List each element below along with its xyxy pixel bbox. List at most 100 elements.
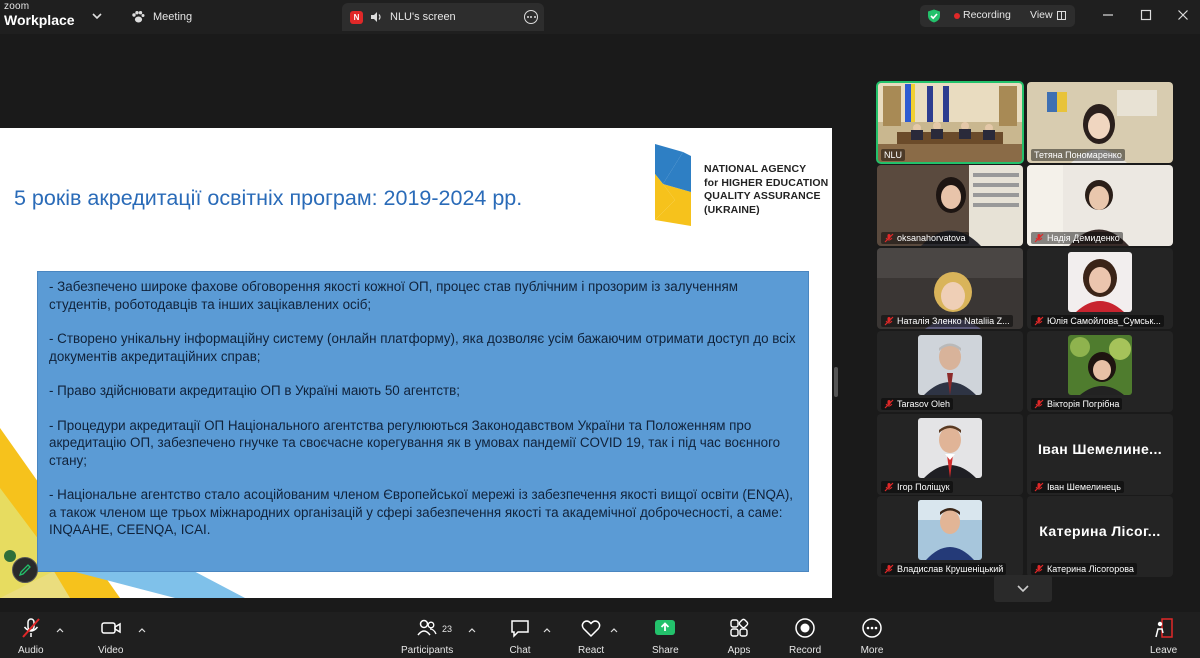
meeting-label: Meeting [153,11,193,23]
avatar [918,418,982,478]
record-icon [795,618,815,638]
presentation-slide: 5 років акредитації освітніх програм: 20… [0,128,832,598]
share-tab-label: NLU's screen [390,11,456,23]
slide-bullet: - Забезпечено широке фахове обговорення … [49,279,738,312]
recording-label: Recording [963,9,1011,21]
participant-tile[interactable]: Катерина Лісог... Катерина Лісогорова [1027,496,1173,577]
close-icon[interactable] [1175,7,1191,23]
slide-bullet: - Право здійснювати акредитацію ОП в Укр… [49,383,460,398]
maximize-icon[interactable] [1138,7,1154,23]
gallery-scroll-down-button[interactable] [994,575,1052,602]
mic-muted-icon [1034,564,1044,574]
mic-muted-icon [884,316,894,326]
participant-tile[interactable]: Надія Демиденко [1027,165,1173,246]
avatar-image [918,500,982,560]
participant-tile[interactable]: Тетяна Пономаренко [1027,82,1173,163]
chevron-up-icon[interactable] [468,626,476,634]
audio-button[interactable]: Audio [18,616,44,656]
slide-bullet: - Створено унікальну інформаційну систем… [49,331,796,364]
chevron-up-icon[interactable] [543,626,551,634]
more-options-icon[interactable] [524,10,538,24]
participant-tile[interactable]: Tarasov Oleh [877,331,1023,412]
participant-name: Tarasov Oleh [881,398,954,410]
speaker-icon [371,12,381,22]
chevron-up-icon[interactable] [138,626,146,634]
participant-name: Катерина Лісогорова [1031,563,1137,575]
slide-content-box: - Забезпечено широке фахове обговорення … [37,271,809,572]
share-screen-icon [655,620,676,635]
recording-dot-icon [954,13,960,19]
participant-tile[interactable]: NLU [876,81,1024,164]
avatar-image [1068,252,1132,312]
apps-icon [730,618,749,637]
participant-name: Вікторія Погрібна [1031,398,1123,410]
participant-name: NLU [881,149,906,161]
chevron-up-icon[interactable] [610,626,618,634]
slide-title: 5 років акредитації освітніх програм: 20… [14,186,523,210]
participant-tile[interactable]: Юлія Самойлова_Сумськ... [1027,248,1173,329]
participant-name: Іван Шемелинець [1031,481,1124,493]
minimize-icon[interactable] [1100,7,1116,23]
record-button[interactable]: Record [789,616,821,656]
avatar [1068,252,1132,312]
chevron-down-icon[interactable] [90,9,104,23]
slide-bullet: - Національне агентство стало асоційован… [49,487,794,537]
react-button[interactable]: React [578,616,604,656]
mic-muted-icon [884,399,894,409]
mic-muted-icon [884,233,894,243]
share-button[interactable]: Share [652,616,679,656]
avatar [1068,335,1132,395]
agency-name: NATIONAL AGENCY for HIGHER EDUCATION QUA… [704,163,829,216]
sharer-badge: N [350,10,363,24]
participant-name: oksanahorvatova [881,232,969,244]
leave-icon [1154,618,1173,638]
annotation-status-icon[interactable] [4,550,16,562]
recording-status[interactable]: Recording View [920,5,1075,27]
agency-logo-icon [655,144,691,226]
meeting-toolbar: Audio Video Participants Chat React Shar… [0,612,1200,658]
pen-icon [18,564,31,577]
participant-gallery: NLU Тетяна Пономаренко oksanahorvatova Н… [840,34,1200,612]
avatar [918,500,982,560]
apps-button[interactable]: Apps [727,616,751,656]
participants-count-badge: 23 [442,624,453,634]
mic-muted-icon [1034,399,1044,409]
participants-button[interactable]: Participants [401,616,453,656]
view-layout-icon[interactable] [1057,11,1066,20]
video-button[interactable]: Video [98,616,123,656]
heart-icon [581,620,601,638]
avatar-image [918,418,982,478]
participant-name: Наталія Зленко Nataliia Z... [881,315,1013,327]
mic-muted-icon [884,482,894,492]
more-button[interactable]: More [860,616,884,656]
participants-icon [417,619,437,636]
participant-tile[interactable]: Іван Шемелине... Іван Шемелинець [1027,414,1173,495]
mic-muted-icon [1034,482,1044,492]
share-screen-tab[interactable]: N NLU's screen [342,3,544,31]
chevron-up-icon[interactable] [56,626,64,634]
chat-button[interactable]: Chat [508,616,532,656]
panel-resize-handle[interactable] [834,367,838,397]
shield-check-icon[interactable] [927,9,941,23]
participant-tile[interactable]: Вікторія Погрібна [1027,331,1173,412]
participant-name: Владислав Крушеніцький [881,563,1007,575]
chevron-down-icon [1017,584,1029,592]
chat-icon [511,620,529,638]
shared-screen-area: 5 років акредитації освітніх програм: 20… [0,34,840,612]
annotate-pen-button[interactable] [12,557,38,583]
leave-button[interactable]: Leave [1150,616,1177,656]
participant-name: Надія Демиденко [1031,232,1123,244]
avatar-image [918,335,982,395]
avatar [918,335,982,395]
participant-tile[interactable]: Владислав Крушеніцький [877,496,1023,577]
participant-tile[interactable]: Наталія Зленко Nataliia Z... [877,248,1023,329]
view-button[interactable]: View [1030,9,1053,21]
top-bar: zoom Workplace Meeting N NLU's screen Re… [0,0,1200,34]
participant-display-name: Іван Шемелине... [1037,441,1163,457]
participant-name: Тетяна Пономаренко [1031,149,1125,161]
slide-bullet: - Процедури акредитації ОП Національного… [49,417,781,468]
meeting-menu[interactable]: Meeting [131,9,192,25]
participant-tile[interactable]: oksanahorvatova [877,165,1023,246]
avatar-image [1068,335,1132,395]
participant-tile[interactable]: Ігор Поліщук [877,414,1023,495]
